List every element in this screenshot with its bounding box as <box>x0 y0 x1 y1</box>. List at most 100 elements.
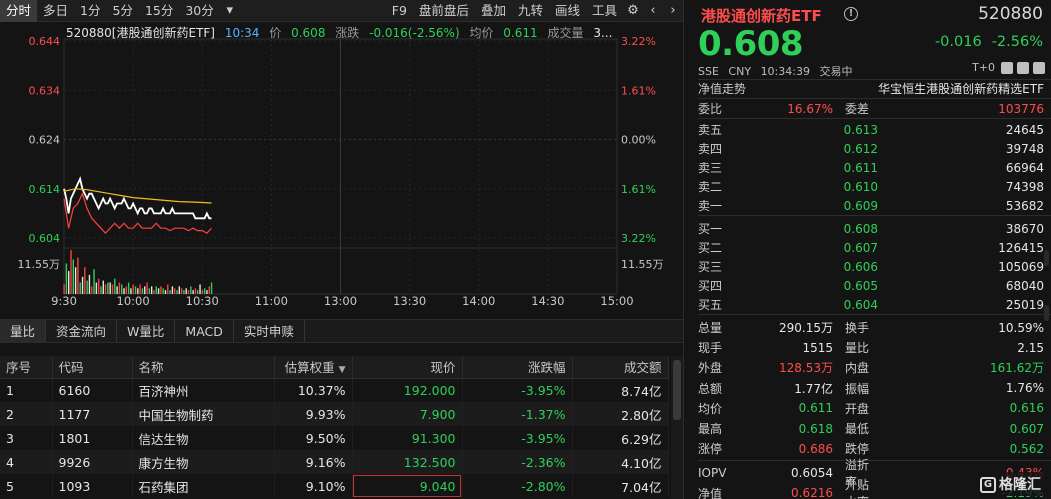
table-row[interactable]: 1 6160 百济神州 10.37% 192.000 -3.95% 8.74亿 <box>0 378 669 402</box>
stat-value: 0.6054 <box>791 465 833 480</box>
stat-value: 161.62万 <box>990 361 1044 376</box>
panel-handle[interactable] <box>1044 250 1049 266</box>
ask-row[interactable]: 卖一 0.609 53682 <box>698 196 1044 215</box>
x-tick: 10:00 <box>117 294 150 308</box>
forward-icon[interactable]: › <box>663 0 683 22</box>
cell-price: 7.900 <box>352 402 463 426</box>
stat-value: 0.611 <box>798 401 833 416</box>
tab-30min[interactable]: 30分 <box>179 0 219 22</box>
table-row[interactable]: 3 1801 信达生物 9.50% 91.300 -3.95% 6.29亿 <box>0 426 669 450</box>
ask-row[interactable]: 卖四 0.612 39748 <box>698 139 1044 158</box>
cell-weight: 9.10% <box>274 474 353 498</box>
overlay-button[interactable]: 叠加 <box>475 0 512 22</box>
stat-label: 内盘 <box>845 361 870 376</box>
volume-bar <box>192 290 194 294</box>
info-icon[interactable]: ! <box>844 7 858 21</box>
col-header-name[interactable]: 名称 <box>132 356 275 379</box>
nav-trend-row[interactable]: 净值走势 华宝恒生港股通创新药精选ETF <box>698 79 1051 98</box>
info-price-label: 价 <box>269 26 282 40</box>
dropdown-arrow-icon[interactable]: ▾ <box>220 0 240 22</box>
td-sequential-button[interactable]: 九转 <box>512 0 549 22</box>
level-label: 卖三 <box>698 161 723 175</box>
bell-icon[interactable] <box>1001 61 1013 74</box>
tools-button[interactable]: 工具 <box>586 0 623 22</box>
col-header-price[interactable]: 现价 <box>352 356 463 379</box>
gear-icon[interactable]: ⚙ <box>623 0 643 22</box>
subtab-volume-ratio[interactable]: 量比 <box>0 320 47 342</box>
subtab-fund-flow[interactable]: 资金流向 <box>46 320 118 342</box>
change-percent: -2.56% <box>991 34 1043 50</box>
table-row[interactable]: 2 1177 中国生物制药 9.93% 7.900 -1.37% 2.80亿 <box>0 402 669 426</box>
volume-bar <box>155 286 157 294</box>
info-price: 0.608 <box>291 26 326 40</box>
panel-handle[interactable] <box>1044 305 1049 321</box>
stat-label: 现手 <box>698 341 723 356</box>
table-row[interactable]: 4 9926 康方生物 9.16% 132.500 -2.36% 4.10亿 <box>0 450 669 474</box>
subtab-macd[interactable]: MACD <box>175 320 234 342</box>
bid-row[interactable]: 买四 0.605 68040 <box>698 276 1044 295</box>
cell-index: 5 <box>0 474 53 498</box>
y-left-tick: 0.624 <box>29 134 61 147</box>
scrollbar-thumb[interactable] <box>673 360 681 420</box>
volume-bar <box>162 288 164 294</box>
subtab-realtime-subscription[interactable]: 实时申赎 <box>234 320 305 342</box>
level-price: 0.612 <box>843 141 878 156</box>
share-icon[interactable] <box>1017 61 1029 74</box>
draw-line-button[interactable]: 画线 <box>549 0 586 22</box>
quote-time: 10:34:39 <box>760 65 810 78</box>
col-header-weight[interactable]: 估算权重 ▼ <box>274 356 353 379</box>
bid-row[interactable]: 买二 0.607 126415 <box>698 238 1044 257</box>
ask-row[interactable]: 卖五 0.613 24645 <box>698 120 1044 139</box>
volume-bar <box>210 282 213 294</box>
f9-button[interactable]: F9 <box>386 0 413 22</box>
col-header-change[interactable]: 涨跌幅 <box>462 356 573 379</box>
volume-bar <box>65 263 68 294</box>
volume-bar <box>183 290 185 294</box>
tab-15min[interactable]: 15分 <box>139 0 179 22</box>
volume-bar <box>63 284 65 294</box>
volume-bar <box>125 286 128 294</box>
cell-turnover: 2.80亿 <box>572 402 669 426</box>
more-icon[interactable] <box>1033 61 1045 74</box>
ask-row[interactable]: 卖三 0.611 66964 <box>698 158 1044 177</box>
stat-value: 2.15 <box>1017 340 1044 355</box>
tab-1min[interactable]: 1分 <box>74 0 106 22</box>
col-header-code[interactable]: 代码 <box>52 356 133 379</box>
back-icon[interactable]: ‹ <box>643 0 663 22</box>
stat-label: 跌停 <box>845 442 870 457</box>
chart-canvas[interactable]: 0.644 3.22% 0.634 1.61% 0.624 0.00% 0.614 1.61%… <box>0 22 683 318</box>
table-scrollbar[interactable] <box>671 356 683 499</box>
separator <box>698 460 1051 462</box>
volume-bar <box>116 286 118 294</box>
wb-value: 16.67% <box>787 101 833 116</box>
volume-bar <box>88 274 91 294</box>
subtab-w-volume-ratio[interactable]: W量比 <box>117 320 176 342</box>
intraday-chart[interactable]: 0.644 3.22% 0.634 1.61% 0.624 0.00% 0.614 1.61%… <box>0 22 683 318</box>
col-header-turnover[interactable]: 成交额 <box>572 356 669 379</box>
col-header-index[interactable]: 序号 <box>0 356 53 379</box>
pre-post-market-button[interactable]: 盘前盘后 <box>413 0 475 22</box>
volume-bar <box>185 288 187 294</box>
cell-turnover: 6.29亿 <box>572 426 669 450</box>
ask-row[interactable]: 卖二 0.610 74398 <box>698 177 1044 196</box>
volume-bar <box>194 288 197 294</box>
stat-value: 0.616 <box>1009 401 1044 416</box>
volume-bar <box>79 282 81 294</box>
volume-bar <box>68 271 70 294</box>
volume-bar <box>84 267 86 294</box>
table-row[interactable]: 5 1093 石药集团 9.10% 9.040 -2.80% 7.04亿 <box>0 474 669 498</box>
bid-row[interactable]: 买五 0.604 25019 <box>698 295 1044 314</box>
volume-bar <box>72 259 75 294</box>
tab-intraday[interactable]: 分时 <box>0 0 38 22</box>
tab-5min[interactable]: 5分 <box>106 0 138 22</box>
bid-row[interactable]: 买一 0.608 38670 <box>698 219 1044 238</box>
level-volume: 53682 <box>1005 198 1044 213</box>
bid-row[interactable]: 买三 0.606 105069 <box>698 257 1044 276</box>
exchange: SSE <box>698 65 719 78</box>
stat-value: 0.6216 <box>791 486 833 499</box>
tab-multiday[interactable]: 多日 <box>37 0 74 22</box>
stat-label: 净值 <box>698 486 723 499</box>
volume-bar <box>141 288 144 294</box>
volume-bar <box>121 284 123 294</box>
stat-value: 1.77亿 <box>794 381 833 396</box>
